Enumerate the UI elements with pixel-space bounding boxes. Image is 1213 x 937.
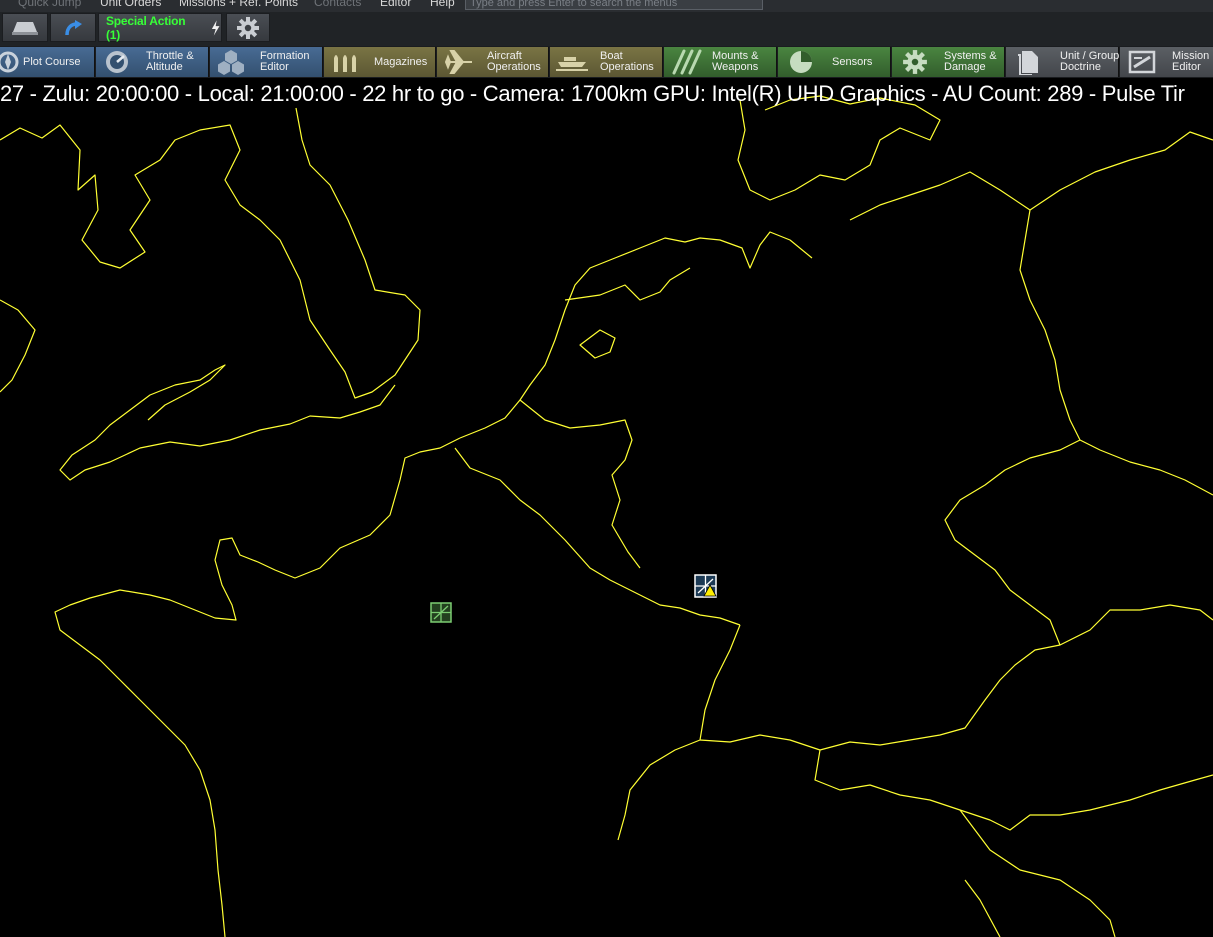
systems-label-line2: Damage (944, 61, 986, 73)
plot-course-label: Plot Course (23, 55, 81, 68)
menu-quick-jump[interactable]: Quick Jump (18, 0, 81, 9)
return-button[interactable] (50, 13, 96, 42)
radar-icon (790, 51, 812, 73)
sensors-button[interactable]: Sensors (778, 47, 891, 77)
gear-icon (903, 50, 927, 74)
menu-editor[interactable]: Editor (380, 0, 411, 9)
settings-button[interactable] (226, 13, 270, 42)
ammo-icon (334, 55, 356, 72)
mission-editor-button[interactable]: Mission Editor (1120, 47, 1213, 77)
throttle-altitude-label: Throttle & Altitude (146, 51, 194, 73)
boat-operations-button[interactable]: Boat Operations (550, 47, 663, 77)
menu-search-input[interactable] (466, 0, 762, 11)
boat-icon (556, 57, 588, 71)
boat-label-line2: Operations (600, 61, 654, 73)
aircraft-label-line2: Operations (487, 61, 541, 73)
unit-east[interactable] (694, 574, 717, 598)
mission-editor-label: Mission Editor (1172, 51, 1209, 73)
systems-damage-label: Systems & Damage (944, 51, 997, 73)
menu-contacts[interactable]: Contacts (314, 0, 361, 9)
throttle-altitude-button[interactable]: Throttle & Altitude (96, 47, 209, 77)
magazines-button[interactable]: Magazines (324, 47, 436, 77)
formation-editor-button[interactable]: Formation Editor (210, 47, 323, 77)
map-background (0, 78, 1213, 937)
menu-search-box (465, 0, 763, 11)
gauge-icon (106, 51, 128, 73)
sensors-label: Sensors (832, 55, 873, 68)
menu-help[interactable]: Help (430, 0, 455, 9)
systems-damage-button[interactable]: Systems & Damage (892, 47, 1005, 77)
curved-arrow-icon (65, 19, 82, 35)
surface-unit-button[interactable] (2, 13, 48, 42)
aircraft-operations-button[interactable]: Aircraft Operations (437, 47, 549, 77)
lightning-icon (211, 19, 220, 36)
aircraft-operations-label: Aircraft Operations (487, 51, 541, 73)
tactical-map[interactable] (0, 78, 1213, 937)
magazines-label: Magazines (374, 55, 428, 68)
aircraft-icon (445, 50, 472, 74)
document-icon (1018, 51, 1038, 75)
boat-operations-label: Boat Operations (600, 51, 654, 73)
plot-course-button[interactable]: Plot Course (0, 47, 95, 77)
mission-editor-icon (1128, 50, 1156, 74)
formation-label-line2: Editor (260, 61, 289, 73)
special-action-button[interactable]: Special Action (1) (98, 13, 222, 42)
mounts-weapons-label: Mounts & Weapons (712, 51, 758, 73)
unit-group-doctrine-button[interactable]: Unit / Group Doctrine (1006, 47, 1119, 77)
mounts-weapons-button[interactable]: Mounts & Weapons (664, 47, 777, 77)
menu-unit-orders[interactable]: Unit Orders (100, 0, 161, 9)
mission-label-line2: Editor (1172, 61, 1201, 73)
missiles-icon (672, 49, 702, 75)
mounts-label-line2: Weapons (712, 61, 759, 73)
formation-editor-label: Formation Editor (260, 51, 310, 73)
quick-toolbar: Special Action (1) (0, 12, 1213, 46)
unit-west[interactable] (430, 602, 452, 623)
throttle-label-line2: Altitude (146, 61, 183, 73)
ship-icon (12, 21, 38, 35)
function-toolbar: Plot Course Throttle & Altitude Formatio… (0, 46, 1213, 78)
doctrine-label-line2: Doctrine (1060, 61, 1101, 73)
gear-icon (237, 16, 259, 39)
status-line: 27 - Zulu: 20:00:00 - Local: 21:00:00 - … (0, 81, 1185, 106)
formation-icon (218, 50, 244, 75)
compass-icon (0, 51, 19, 73)
menu-bar: Quick Jump Unit Orders Missions + Ref. P… (0, 0, 1213, 12)
unit-group-doctrine-label: Unit / Group Doctrine (1060, 51, 1119, 73)
special-action-label: Special Action (1) (106, 13, 186, 42)
menu-missions-ref-points[interactable]: Missions + Ref. Points (179, 0, 298, 9)
